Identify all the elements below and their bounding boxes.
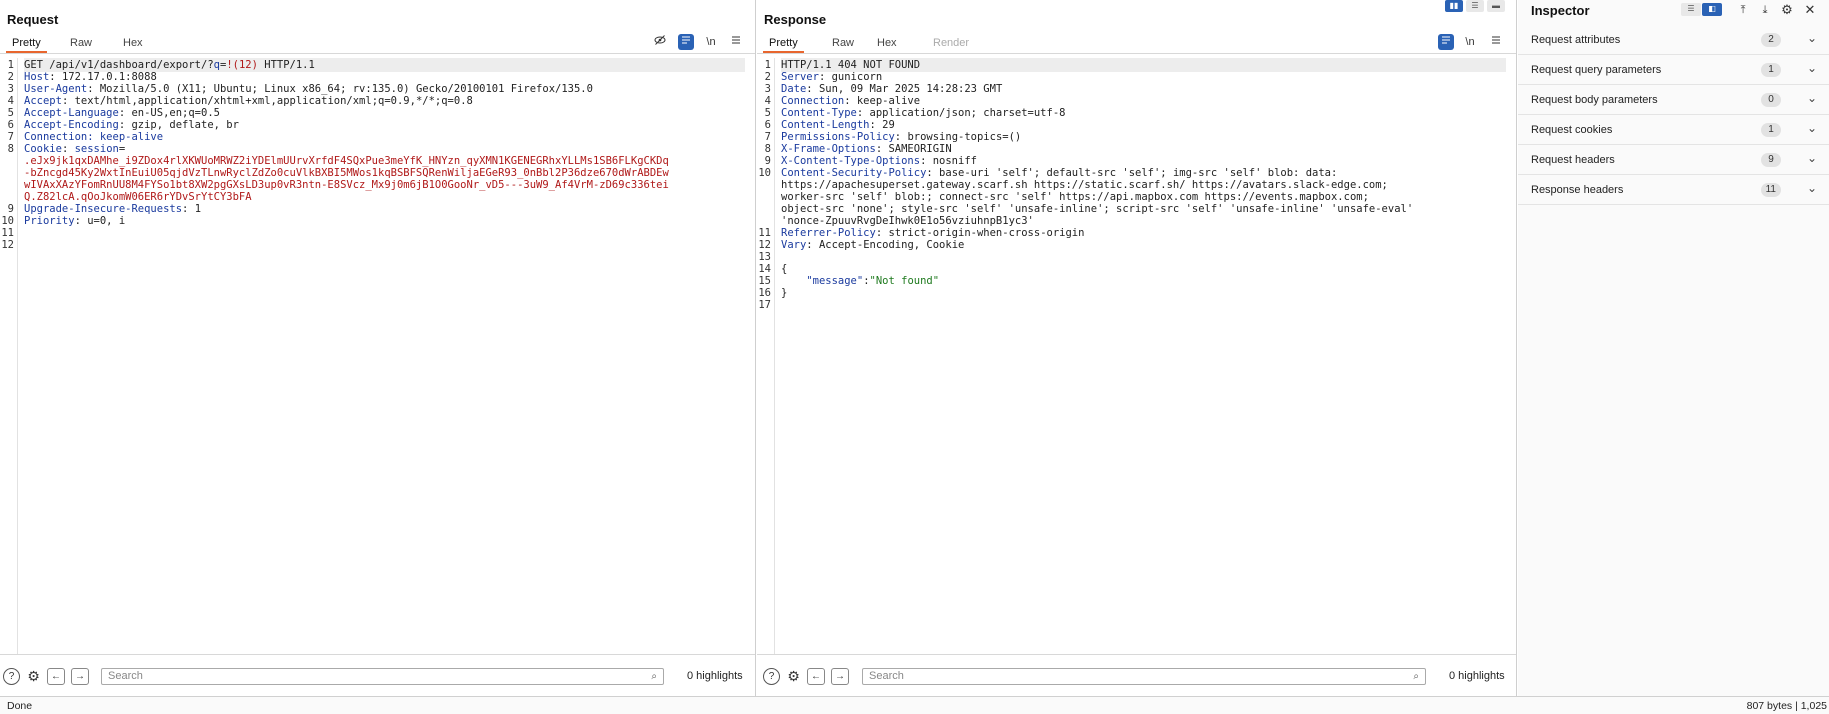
inspector-panel: Inspector ☰ ◧ ⤒ ⤓ ⚙ ✕ Request attributes… [1518, 0, 1829, 696]
highlights-count: 0 highlights [687, 670, 743, 682]
inspector-section[interactable]: Request headers 9 ⌄ [1518, 145, 1829, 175]
code-token: Vary [781, 239, 807, 251]
code-line[interactable]: Priority: u=0, i [24, 214, 745, 228]
chevron-down-icon[interactable]: ⌄ [1807, 151, 1817, 165]
close-icon[interactable]: ✕ [1802, 2, 1818, 18]
forward-arrow-icon[interactable]: → [71, 668, 89, 685]
tab-pretty[interactable]: Pretty [6, 36, 47, 53]
response-footer: ? ⚙ ← → Search ⌕ 0 highlights [757, 654, 1516, 696]
status-bar: Done 807 bytes | 1,025 [0, 696, 1829, 714]
count-badge: 2 [1761, 33, 1781, 47]
count-badge: 11 [1760, 183, 1781, 197]
response-panel: ▮▮ ☰ ▬ Response Pretty Raw Hex Render \n… [757, 0, 1517, 696]
inspector-section-label: Request query parameters [1531, 64, 1662, 76]
tab-pretty[interactable]: Pretty [763, 36, 804, 53]
chevron-down-icon[interactable]: ⌄ [1807, 181, 1817, 195]
inspector-section-label: Response headers [1531, 184, 1624, 196]
layout-single-icon[interactable]: ▬ [1487, 0, 1505, 12]
request-footer: ? ⚙ ← → Search ⌕ 0 highlights [0, 654, 755, 696]
wrap-toggle-icon[interactable] [678, 34, 694, 50]
collapse-all-icon[interactable]: ⤓ [1757, 2, 1773, 18]
tab-raw[interactable]: Raw [64, 36, 98, 53]
inspector-section[interactable]: Request body parameters 0 ⌄ [1518, 85, 1829, 115]
burp-repeater-window: Request Pretty Raw Hex \n 1 GET /api/v1/d… [0, 0, 1829, 714]
request-panel: Request Pretty Raw Hex \n 1 GET /api/v1/d… [0, 0, 756, 696]
response-tabs: Pretty Raw Hex Render [757, 35, 1516, 54]
search-input[interactable]: Search ⌕ [101, 668, 664, 685]
inspector-section[interactable]: Request attributes 2 ⌄ [1518, 25, 1829, 55]
inspector-title: Inspector [1531, 3, 1590, 18]
inspector-section[interactable]: Request cookies 1 ⌄ [1518, 115, 1829, 145]
code-line[interactable]: Vary: Accept-Encoding, Cookie [781, 238, 1506, 252]
count-badge: 1 [1761, 123, 1781, 137]
inspector-panel-view-icon[interactable]: ◧ [1702, 3, 1722, 16]
inspector-section-label: Request attributes [1531, 34, 1621, 46]
code-token: } [781, 287, 788, 299]
line-number: 17 [758, 299, 771, 311]
tab-raw[interactable]: Raw [826, 36, 860, 53]
tab-hex[interactable]: Hex [871, 36, 903, 53]
code-token: : u=0, i [74, 215, 126, 227]
count-badge: 9 [1761, 153, 1781, 167]
code-token: Priority [24, 215, 75, 227]
chevron-down-icon[interactable]: ⌄ [1807, 61, 1817, 75]
search-placeholder: Search [108, 670, 143, 682]
request-title: Request [7, 12, 59, 27]
newline-toggle-icon[interactable]: \n [703, 34, 719, 50]
menu-icon[interactable] [1488, 34, 1504, 50]
inspector-section-label: Request cookies [1531, 124, 1613, 136]
wrap-toggle-icon[interactable] [1438, 34, 1454, 50]
gear-icon[interactable]: ⚙ [785, 668, 802, 685]
newline-toggle-icon[interactable]: \n [1462, 34, 1478, 50]
expand-all-icon[interactable]: ⤒ [1735, 2, 1751, 18]
layout-side-by-side-icon[interactable]: ▮▮ [1445, 0, 1463, 12]
search-input[interactable]: Search ⌕ [862, 668, 1426, 685]
response-title: Response [764, 12, 827, 27]
menu-icon[interactable] [728, 34, 744, 50]
response-size: 807 bytes | 1,025 [1746, 700, 1827, 712]
settings-gear-icon[interactable]: ⚙ [1779, 2, 1795, 18]
highlights-count: 0 highlights [1449, 670, 1505, 682]
chevron-down-icon[interactable]: ⌄ [1807, 121, 1817, 135]
inspector-section-label: Request body parameters [1531, 94, 1658, 106]
tab-hex[interactable]: Hex [117, 36, 149, 53]
help-icon[interactable]: ? [3, 668, 20, 685]
inspector-section[interactable]: Request query parameters 1 ⌄ [1518, 55, 1829, 85]
back-arrow-icon[interactable]: ← [47, 668, 65, 685]
code-line[interactable]: } [781, 286, 1506, 300]
layout-stacked-icon[interactable]: ☰ [1466, 0, 1484, 12]
help-icon[interactable]: ? [763, 668, 780, 685]
forward-arrow-icon[interactable]: → [831, 668, 849, 685]
search-placeholder: Search [869, 670, 904, 682]
inspector-section-label: Request headers [1531, 154, 1615, 166]
request-tabs: Pretty Raw Hex [0, 35, 755, 54]
tab-render[interactable]: Render [927, 36, 975, 53]
line-number: 12 [1, 239, 14, 251]
chevron-down-icon[interactable]: ⌄ [1807, 31, 1817, 45]
search-icon: ⌕ [1413, 671, 1419, 682]
inspector-list-view-icon[interactable]: ☰ [1681, 3, 1701, 16]
search-icon: ⌕ [651, 671, 657, 682]
inspector-section[interactable]: Response headers 11 ⌄ [1518, 175, 1829, 205]
response-editor[interactable]: 1 HTTP/1.1 404 NOT FOUND 2 Server: gunicorn… [757, 58, 1506, 654]
count-badge: 1 [1761, 63, 1781, 77]
status-text: Done [7, 700, 33, 712]
gear-icon[interactable]: ⚙ [25, 668, 42, 685]
back-arrow-icon[interactable]: ← [807, 668, 825, 685]
count-badge: 0 [1761, 93, 1781, 107]
request-editor[interactable]: 1 GET /api/v1/dashboard/export/?q=!(12) H… [0, 58, 745, 654]
code-token: : Accept-Encoding, Cookie [806, 239, 965, 251]
line-number: 10 [758, 167, 771, 179]
line-number: 8 [7, 143, 14, 155]
hide-icon[interactable] [652, 34, 668, 50]
chevron-down-icon[interactable]: ⌄ [1807, 91, 1817, 105]
